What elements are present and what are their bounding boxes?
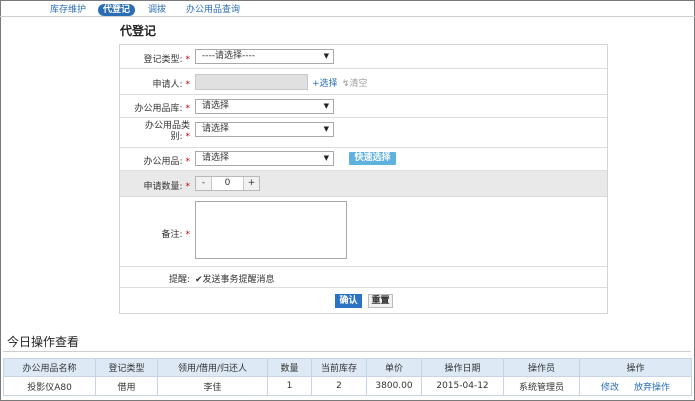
tabs-divider [0, 16, 695, 17]
checkmark-icon: ✔ [195, 275, 203, 285]
table-row: 投影仪A80 借用 李佳 1 2 3800.00 2015-04-12 系统管理… [3, 376, 692, 396]
eraser-icon: ↯ [342, 79, 350, 89]
plus-icon: + [312, 79, 320, 89]
row-warehouse: 办公用品库: * 请选择 ▼ [120, 95, 607, 118]
column-header: 登记类型 [95, 358, 158, 377]
applicant-input[interactable] [195, 74, 308, 90]
cell-actions: 修改 放弃操作 [579, 376, 692, 396]
category-select[interactable]: 请选择 ▼ [195, 122, 334, 137]
row-register-type: 登记类型: * ----请选择---- ▼ [120, 45, 607, 69]
cell-type: 借用 [95, 376, 158, 396]
remark-label: 备注: * [161, 230, 190, 240]
cell-stock: 2 [311, 376, 367, 396]
table-header-row: 办公用品名称 登记类型 领用/借用/归还人 数量 当前库存 单价 操作日期 操作… [3, 358, 692, 377]
today-operations-table: 办公用品名称 登记类型 领用/借用/归还人 数量 当前库存 单价 操作日期 操作… [3, 358, 692, 396]
quantity-input[interactable]: 0 [212, 177, 243, 190]
today-section-title: 今日操作查看 [7, 335, 80, 349]
remark-textarea[interactable] [195, 201, 347, 259]
cell-operator: 系统管理员 [503, 376, 580, 396]
tab-proxy-register[interactable]: 代登记 [98, 4, 136, 16]
register-type-label: 登记类型: * [143, 55, 190, 65]
cell-price: 3800.00 [366, 376, 422, 396]
row-category: 办公用品类 别: * 请选择 ▼ [120, 118, 607, 148]
row-item: 办公用品: * 请选择 ▼ 快速选择 [120, 148, 607, 171]
reset-button[interactable]: 重置 [368, 294, 393, 308]
tab-transfer[interactable]: 调拨 [148, 4, 166, 16]
category-label: 办公用品类 别: * [144, 121, 190, 142]
quantity-label: 申请数量: * [143, 182, 190, 192]
reminder-checkbox[interactable]: ✔发送事务提醒消息 [195, 272, 275, 285]
register-form: 登记类型: * ----请选择---- ▼ 申请人: * +选择 ↯清空 办公用品库… [119, 44, 608, 314]
quantity-decrement-button[interactable]: - [196, 177, 212, 190]
cell-person: 李佳 [157, 376, 268, 396]
reminder-label: 提醒: [168, 275, 190, 285]
dropdown-arrow-icon: ▼ [323, 102, 329, 110]
applicant-clear-link[interactable]: ↯清空 [342, 76, 368, 89]
reminder-checkbox-label: 发送事务提醒消息 [202, 275, 275, 285]
item-label: 办公用品: * [143, 157, 190, 167]
cell-qty: 1 [267, 376, 312, 396]
warehouse-value: 请选择 [202, 101, 230, 111]
row-remark: 备注: * [120, 197, 607, 267]
row-quantity: 申请数量: * - 0 + [120, 171, 607, 197]
column-header: 操作员 [503, 358, 580, 377]
cell-name: 投影仪A80 [3, 376, 96, 396]
register-type-value: ----请选择---- [202, 51, 255, 61]
confirm-button[interactable]: 确认 [335, 294, 362, 308]
dropdown-arrow-icon: ▼ [323, 52, 329, 60]
category-value: 请选择 [202, 124, 230, 134]
quantity-increment-button[interactable]: + [243, 177, 259, 190]
quantity-stepper: - 0 + [195, 176, 260, 191]
column-header: 操作日期 [421, 358, 504, 377]
warehouse-label: 办公用品库: * [134, 104, 190, 114]
column-header: 单价 [366, 358, 422, 377]
column-header: 当前库存 [311, 358, 367, 377]
column-header: 办公用品名称 [3, 358, 96, 377]
today-divider [3, 351, 691, 352]
top-tabs: 库存维护 代登记 调拨 办公用品查询 [0, 2, 695, 16]
item-value: 请选择 [202, 153, 230, 163]
applicant-select-link[interactable]: +选择 [312, 76, 338, 89]
column-header: 数量 [267, 358, 312, 377]
tab-office-supplies-query[interactable]: 办公用品查询 [186, 4, 240, 16]
dropdown-arrow-icon: ▼ [323, 125, 329, 133]
column-header: 领用/借用/归还人 [157, 358, 268, 377]
row-applicant: 申请人: * +选择 ↯清空 [120, 69, 607, 95]
column-header: 操作 [579, 358, 692, 377]
item-select[interactable]: 请选择 ▼ [195, 151, 334, 166]
applicant-label: 申请人: * [152, 80, 190, 90]
dropdown-arrow-icon: ▼ [323, 154, 329, 162]
row-reminder: 提醒: ✔发送事务提醒消息 [120, 267, 607, 288]
register-type-select[interactable]: ----请选择---- ▼ [195, 49, 334, 64]
cancel-operation-link[interactable]: 放弃操作 [634, 383, 670, 393]
row-buttons: 确认 重置 [120, 288, 607, 313]
cell-date: 2015-04-12 [421, 376, 504, 396]
warehouse-select[interactable]: 请选择 ▼ [195, 99, 334, 114]
edit-link[interactable]: 修改 [601, 383, 619, 393]
tab-inventory-maintenance[interactable]: 库存维护 [50, 4, 86, 16]
quick-select-button[interactable]: 快速选择 [349, 152, 396, 165]
form-title: 代登记 [120, 24, 157, 38]
